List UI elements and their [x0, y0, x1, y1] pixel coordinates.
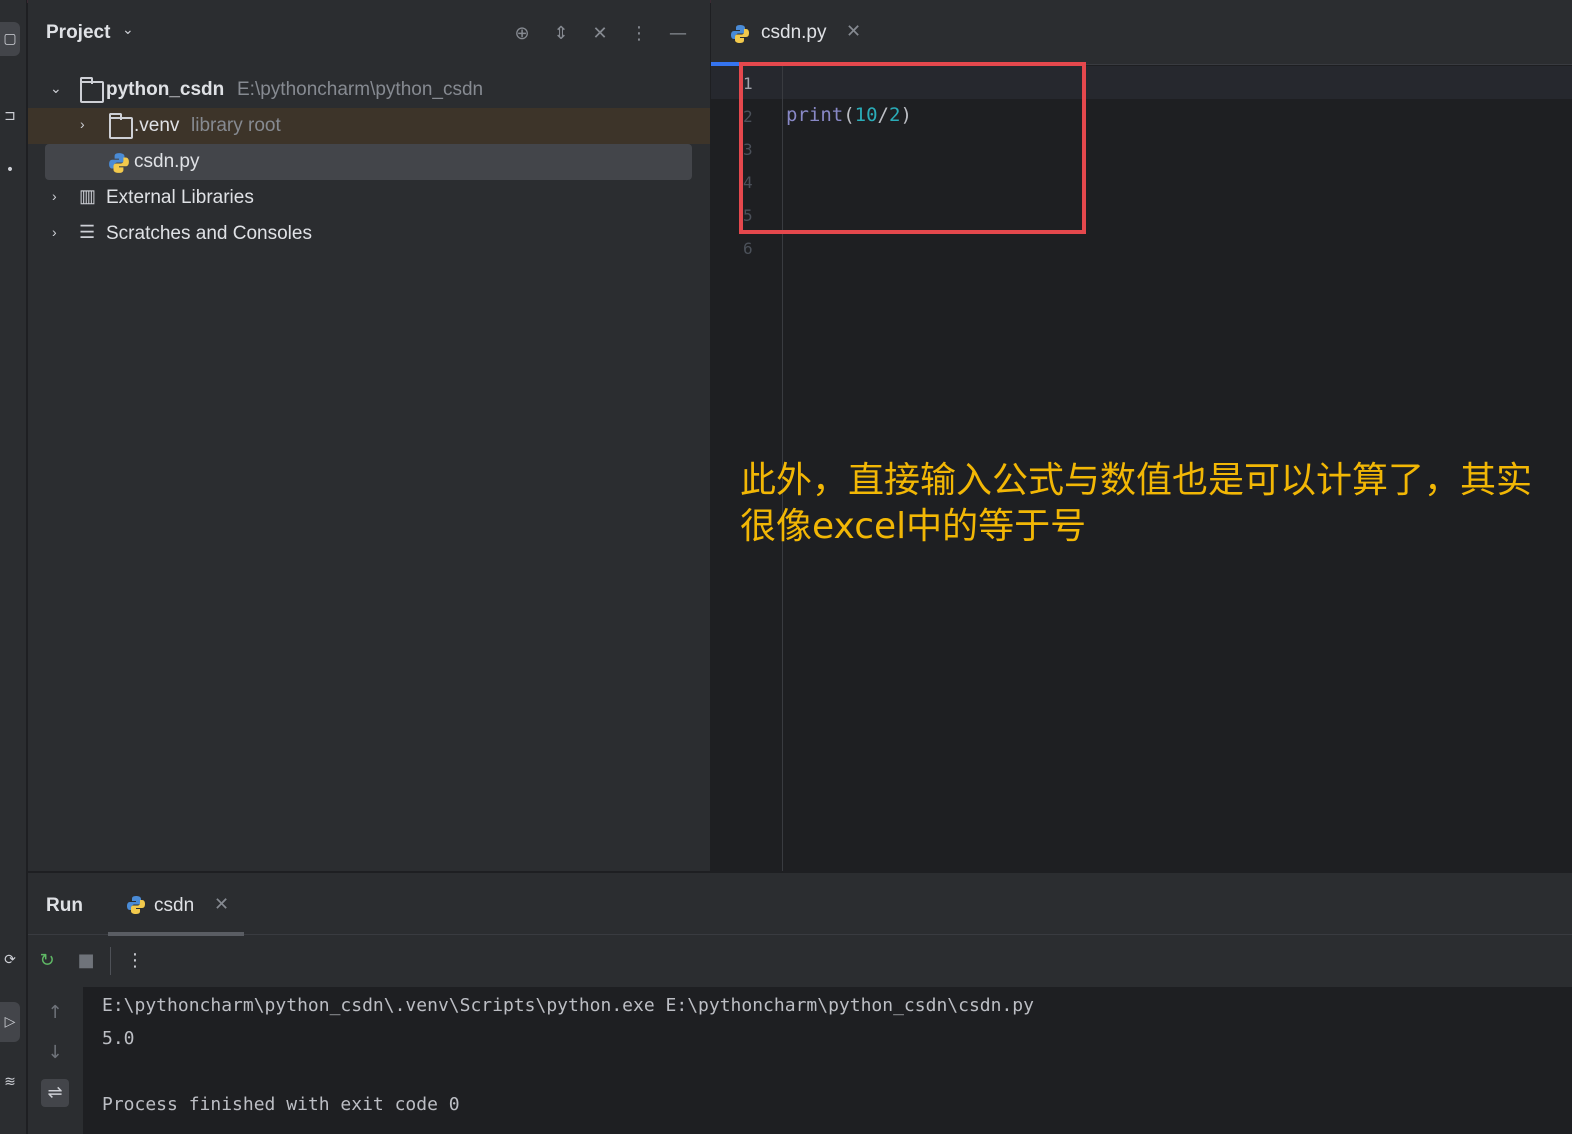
chevron-right-icon[interactable]: ›	[80, 116, 85, 132]
close-icon[interactable]: ✕	[846, 21, 861, 42]
tree-item-hint: library root	[191, 115, 281, 136]
chevron-right-icon[interactable]: ›	[52, 188, 57, 204]
run-tab-csdn[interactable]: csdn ✕	[108, 873, 244, 936]
stop-icon[interactable]: ■	[74, 949, 98, 973]
run-tab-bar: Run csdn ✕	[28, 873, 1572, 936]
console-output-line: 5.0	[102, 1028, 135, 1049]
tree-item-label: .venv	[134, 115, 180, 136]
python-packages-icon[interactable]: ⟳	[0, 950, 20, 970]
tree-item-label: python_csdn	[106, 79, 225, 100]
toolbar-separator	[110, 947, 111, 975]
project-title[interactable]: Project	[46, 22, 110, 44]
more-vertical-icon[interactable]: ⋮	[627, 22, 651, 46]
chevron-down-icon[interactable]: ⌄	[122, 22, 134, 38]
tree-item-project-root[interactable]: ⌄ python_csdn E:\pythoncharm\python_csdn	[28, 72, 710, 108]
tree-item-external-libraries[interactable]: › ▥ External Libraries	[28, 180, 710, 216]
console-side-toolbar: ↑ ↓ ⇌	[28, 987, 83, 1134]
more-vertical-icon[interactable]: ⋮	[123, 949, 147, 973]
scratches-icon: ☰	[79, 222, 96, 242]
tab-csdn-py[interactable]: csdn.py ✕	[711, 0, 874, 66]
run-panel-title: Run	[46, 895, 83, 916]
left-tool-strip: ▢ ⊐ • ⟳ ▷ ≋	[0, 0, 27, 1134]
project-tool-icon[interactable]: ▢	[0, 22, 20, 56]
line-number: 6	[743, 239, 753, 258]
close-icon[interactable]: ✕	[588, 22, 612, 46]
chevron-down-icon[interactable]: ⌄	[50, 80, 62, 97]
python-file-icon	[731, 25, 749, 43]
run-toolbar: ↻ ■ ⋮	[28, 935, 1572, 987]
project-pane-header: Project ⌄ ⊕ ⇕ ✕ ⋮ —	[28, 0, 710, 70]
arrow-down-icon[interactable]: ↓	[41, 1039, 69, 1067]
run-tab-label: csdn	[154, 895, 195, 916]
editor-tab-bar: csdn.py ✕	[711, 0, 1572, 66]
run-panel: Run csdn ✕ ↻ ■ ⋮ ↑ ↓ ⇌ E:\pythoncharm\py…	[28, 872, 1572, 1134]
tree-item-label: Scratches and Consoles	[106, 223, 312, 244]
close-icon[interactable]: ✕	[214, 894, 229, 915]
minimize-icon[interactable]: —	[666, 22, 690, 46]
console-command-line: E:\pythoncharm\python_csdn\.venv\Scripts…	[102, 995, 1034, 1016]
commit-tool-icon[interactable]: ⊐	[0, 106, 20, 126]
folder-icon	[109, 113, 133, 139]
tab-label: csdn.py	[761, 22, 827, 43]
arrow-up-icon[interactable]: ↑	[41, 999, 69, 1027]
tree-item-path: E:\pythoncharm\python_csdn	[237, 79, 484, 100]
folder-icon	[80, 77, 104, 103]
soft-wrap-icon[interactable]: ⇌	[41, 1079, 69, 1107]
python-file-icon	[127, 896, 145, 914]
tree-item-venv[interactable]: › .venv library root	[28, 108, 710, 144]
tree-item-scratches[interactable]: › ☰ Scratches and Consoles	[28, 216, 710, 252]
tree-item-label: csdn.py	[134, 151, 200, 172]
chevron-right-icon[interactable]: ›	[52, 224, 57, 240]
python-file-icon	[109, 153, 129, 173]
rerun-icon[interactable]: ↻	[35, 949, 59, 973]
run-tool-icon[interactable]: ▷	[0, 1002, 20, 1042]
annotation-text: 此外，直接输入公式与数值也是可以计算了，其实很像excel中的等于号	[740, 460, 1533, 547]
console-exit-line: Process finished with exit code 0	[102, 1094, 460, 1115]
tree-item-csdn-py[interactable]: csdn.py	[45, 144, 692, 180]
console-output[interactable]: E:\pythoncharm\python_csdn\.venv\Scripts…	[83, 987, 1572, 1134]
crosshair-icon[interactable]: ⊕	[510, 22, 534, 46]
project-pane: Project ⌄ ⊕ ⇕ ✕ ⋮ — ⌄ python_csdn E:\pyt…	[28, 0, 710, 871]
red-highlight-box	[739, 62, 1086, 234]
tree-item-label: External Libraries	[106, 187, 254, 208]
services-tool-icon[interactable]: ≋	[0, 1072, 20, 1092]
expand-collapse-icon[interactable]: ⇕	[549, 22, 573, 46]
library-icon: ▥	[79, 186, 97, 206]
more-tools-icon[interactable]: •	[0, 160, 20, 180]
